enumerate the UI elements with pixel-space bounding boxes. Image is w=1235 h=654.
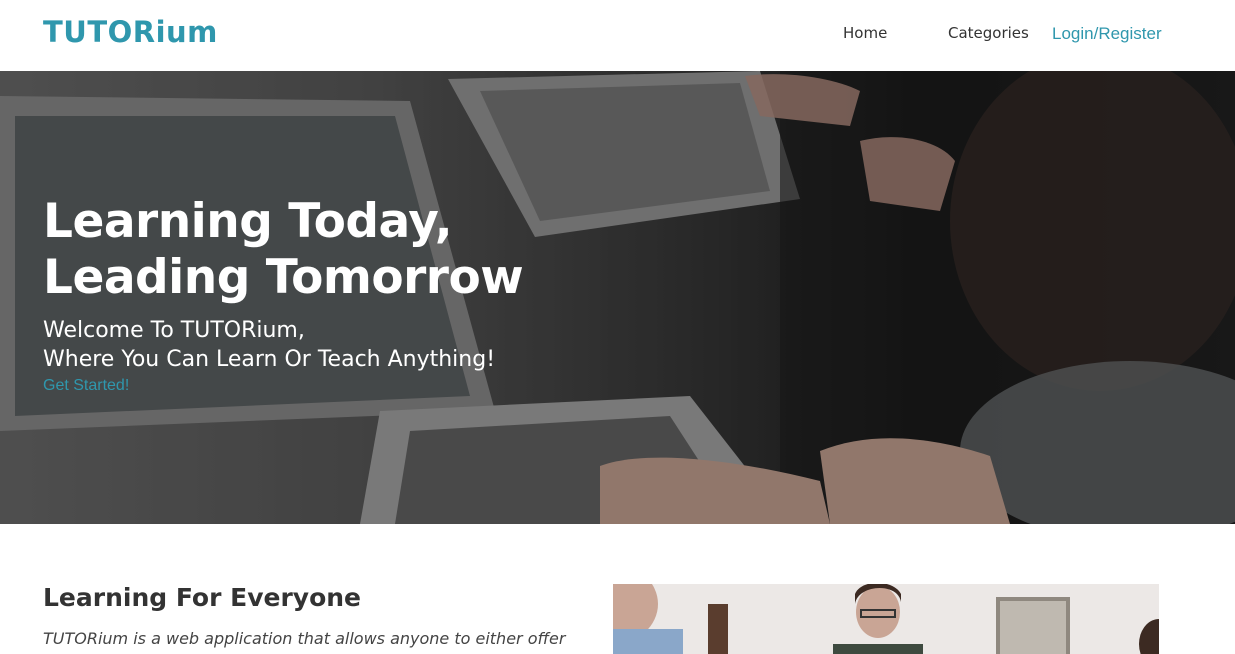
- site-logo[interactable]: TUTORium: [43, 15, 218, 49]
- hero-subtitle-line-1: Welcome To TUTORium,: [43, 318, 305, 343]
- nav-login-register-link[interactable]: Login/Register: [1052, 24, 1162, 44]
- about-section-title: Learning For Everyone: [43, 583, 362, 612]
- about-section-text: TUTORium is a web application that allow…: [43, 629, 566, 648]
- hero-subtitle-line-2: Where You Can Learn Or Teach Anything!: [43, 347, 496, 372]
- hero-title-line-1: Learning Today,: [43, 194, 453, 249]
- hero-title-line-2: Leading Tomorrow: [43, 250, 524, 305]
- people-photo: [613, 584, 1159, 654]
- about-section-image: [613, 584, 1159, 654]
- hero-title: Learning Today, Leading Tomorrow: [43, 194, 643, 306]
- nav-home-link[interactable]: Home: [843, 24, 887, 42]
- get-started-link[interactable]: Get Started!: [43, 377, 129, 395]
- nav-categories-link[interactable]: Categories: [948, 24, 1029, 42]
- hero-banner: Learning Today, Leading Tomorrow Welcome…: [0, 71, 1235, 524]
- top-navbar: TUTORium Home Categories Login/Register: [0, 0, 1235, 71]
- hero-subtitle: Welcome To TUTORium, Where You Can Learn…: [43, 316, 643, 374]
